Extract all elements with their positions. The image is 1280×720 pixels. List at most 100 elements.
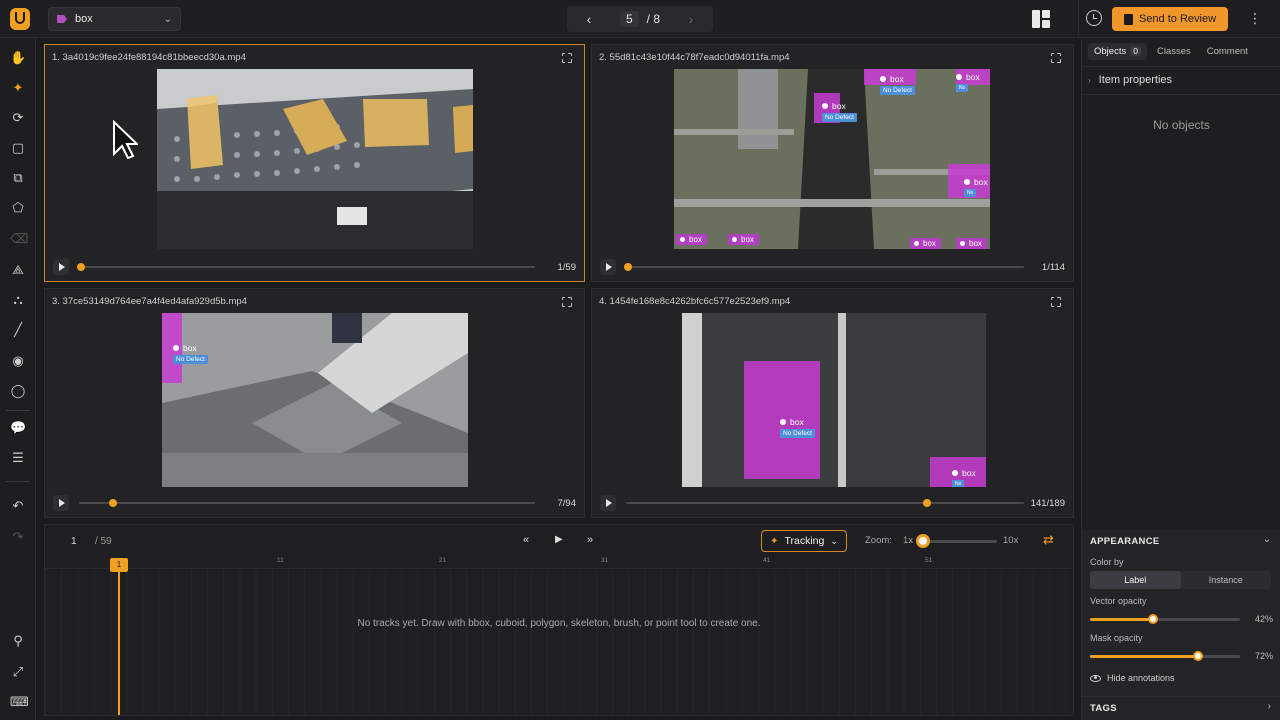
item-properties-toggle[interactable]: › Item properties xyxy=(1088,74,1172,86)
smart-polygon-icon[interactable]: ⟳ xyxy=(10,110,26,126)
next-item-icon[interactable]: › xyxy=(683,11,699,27)
tags-section[interactable]: TAGS › xyxy=(1082,696,1280,720)
play-icon[interactable] xyxy=(53,259,69,275)
loop-icon[interactable]: ⇄ xyxy=(1043,533,1057,547)
send-to-review-label: Send to Review xyxy=(1138,13,1217,25)
zoom-max: 10x xyxy=(1003,535,1019,546)
video-scrubber[interactable] xyxy=(79,266,535,268)
chevron-right-icon: › xyxy=(1267,701,1271,712)
annotation-chip[interactable]: box xyxy=(910,238,941,249)
label-class-select[interactable]: box ⌄ xyxy=(48,7,181,31)
annotation-label[interactable]: box No Defect xyxy=(880,74,915,95)
rewind-icon[interactable]: « xyxy=(523,534,529,546)
playhead-line[interactable] xyxy=(118,565,120,715)
polyline-icon[interactable]: ⟁ xyxy=(10,262,26,278)
tracking-dropdown-button[interactable]: ✦ Tracking ⌄ xyxy=(761,530,847,552)
color-by-instance-option[interactable]: Instance xyxy=(1181,571,1272,589)
fit-icon[interactable]: ⤢ xyxy=(10,664,26,680)
video-panel-4[interactable]: 4. 1454fe168e8c4262bfc6c577e2523ef9.mp4 … xyxy=(591,288,1074,518)
more-options-icon[interactable]: ⋮ xyxy=(1248,9,1262,29)
video-frame[interactable]: box No Defect box No Defect box No box N… xyxy=(674,69,990,249)
circle-icon[interactable]: ◯ xyxy=(10,383,26,399)
cuboid-icon[interactable]: ⧉ xyxy=(10,170,26,186)
magic-wand-icon[interactable]: ✦ xyxy=(10,80,26,96)
ruler-tick: 51 xyxy=(925,557,933,564)
expand-icon[interactable] xyxy=(1050,296,1062,308)
play-icon[interactable] xyxy=(600,495,616,511)
play-icon[interactable]: ▶ xyxy=(555,534,563,545)
vector-opacity-knob[interactable] xyxy=(1148,614,1158,624)
scrubber-knob[interactable] xyxy=(108,499,117,507)
fast-forward-icon[interactable]: » xyxy=(587,534,593,546)
video-scrubber[interactable] xyxy=(626,266,1024,268)
video-panel-2[interactable]: 2. 55d81c43e10f44c78f7eadc0d94011fa.mp4 … xyxy=(591,44,1074,282)
scrubber-knob[interactable] xyxy=(77,263,85,271)
settings-sliders-icon[interactable]: ☰ xyxy=(10,450,26,466)
mask-opacity-value: 72% xyxy=(1254,651,1273,661)
expand-icon[interactable] xyxy=(561,52,573,64)
video-panel-3[interactable]: 3. 37ce53149d764ee7a4f4ed4afa929d5b.mp4 … xyxy=(44,288,585,518)
line-icon[interactable]: ╱ xyxy=(10,322,26,338)
video-scrubber[interactable] xyxy=(79,502,535,504)
vector-opacity-slider[interactable] xyxy=(1090,618,1240,621)
timeline-tracks-area[interactable] xyxy=(45,569,1073,715)
zoom-icon[interactable]: ⚲ xyxy=(10,633,26,649)
send-to-review-button[interactable]: Send to Review xyxy=(1112,7,1228,31)
prev-item-icon[interactable]: ‹ xyxy=(581,11,597,27)
annotation-chip[interactable]: box xyxy=(956,238,987,249)
playhead-handle[interactable]: 1 xyxy=(110,558,128,572)
comment-icon[interactable]: 💬 xyxy=(10,420,26,436)
toolbar-divider xyxy=(6,410,30,411)
video-title: 4. 1454fe168e8c4262bfc6c577e2523ef9.mp4 xyxy=(599,296,791,307)
chevron-down-icon[interactable]: ⌄ xyxy=(1263,534,1271,545)
mask-opacity-slider[interactable] xyxy=(1090,655,1240,658)
point-icon[interactable]: ◉ xyxy=(10,353,26,369)
play-icon[interactable] xyxy=(53,495,69,511)
video-scrubber[interactable] xyxy=(626,502,1024,504)
color-by-label-option[interactable]: Label xyxy=(1090,571,1181,589)
conveyor-scene xyxy=(157,69,473,249)
video-title: 2. 55d81c43e10f44c78f7eadc0d94011fa.mp4 xyxy=(599,52,790,63)
play-icon[interactable] xyxy=(600,259,616,275)
tab-objects[interactable]: Objects 0 xyxy=(1088,43,1147,60)
keyboard-icon[interactable]: ⌨ xyxy=(10,694,29,710)
bbox-icon[interactable]: ▢ xyxy=(10,140,26,156)
no-objects-message: No objects xyxy=(1153,118,1210,132)
annotation-label[interactable]: box No xyxy=(956,72,980,92)
zoom-slider[interactable] xyxy=(919,540,997,543)
video-frame[interactable] xyxy=(157,69,473,249)
mask-opacity-knob[interactable] xyxy=(1193,651,1203,661)
video-frame[interactable]: box No Defect box No xyxy=(682,313,986,487)
skeleton-icon[interactable]: ⛬ xyxy=(10,292,26,308)
polygon-icon[interactable]: ⬠ xyxy=(10,200,26,216)
tab-classes[interactable]: Classes xyxy=(1151,43,1197,60)
annotation-label[interactable]: box No xyxy=(952,468,976,487)
expand-icon[interactable] xyxy=(1050,52,1062,64)
app-logo-icon[interactable] xyxy=(10,8,30,30)
scrubber-knob[interactable] xyxy=(922,499,931,507)
hand-icon[interactable]: ✋ xyxy=(10,50,26,66)
annotation-chip[interactable]: box xyxy=(676,234,707,245)
annotation-label[interactable]: box No Defect xyxy=(780,417,815,438)
video-panel-1[interactable]: 1. 3a4019c9fee24fe88194c81bbeecd30a.mp4 … xyxy=(44,44,585,282)
timeline-frame-input[interactable]: 1 xyxy=(71,536,77,547)
color-by-label: Color by xyxy=(1090,557,1124,567)
expand-icon[interactable] xyxy=(561,296,573,308)
annotation-label[interactable]: box No xyxy=(964,177,988,197)
appearance-title[interactable]: APPEARANCE xyxy=(1090,536,1160,547)
undo-icon[interactable]: ↶ xyxy=(10,498,26,514)
video-title: 3. 37ce53149d764ee7a4f4ed4afa929d5b.mp4 xyxy=(52,296,247,307)
hide-annotations-toggle[interactable]: Hide annotations xyxy=(1090,673,1175,683)
tab-comment[interactable]: Comment xyxy=(1201,43,1254,60)
history-icon[interactable] xyxy=(1086,10,1102,26)
annotation-label[interactable]: box No Defect xyxy=(822,101,857,122)
pager-current[interactable]: 5 xyxy=(619,11,639,27)
zoom-slider-knob[interactable] xyxy=(916,534,930,548)
video-frame[interactable]: box No Defect xyxy=(162,313,468,487)
annotation-chip[interactable]: box xyxy=(728,234,759,245)
grid-layout-icon[interactable] xyxy=(1032,10,1050,28)
scrubber-knob[interactable] xyxy=(624,263,632,271)
timeline-ruler[interactable]: 11 21 31 41 51 xyxy=(45,557,1073,569)
annotation-label[interactable]: box No Defect xyxy=(173,343,208,364)
frame-counter: 1/114 xyxy=(1041,262,1065,273)
